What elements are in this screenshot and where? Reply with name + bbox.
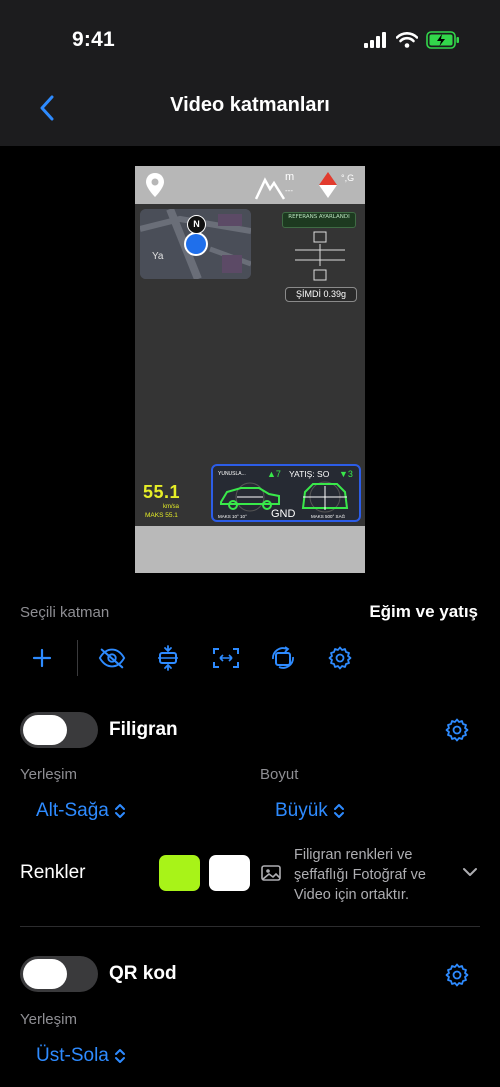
selected-layer-label: Seçili katman xyxy=(20,604,110,621)
color-swatch-primary[interactable] xyxy=(159,855,200,891)
gear-icon xyxy=(445,963,469,987)
speed-unit: km/sa xyxy=(163,504,180,510)
plus-icon xyxy=(32,648,52,668)
layer-settings-button[interactable] xyxy=(326,644,354,672)
watermark-title: Filigran xyxy=(109,719,178,740)
tilt-widget: YUNUSLA... ▲7 YATIŞ: SO ▼3 GND MAKS 10° … xyxy=(211,464,361,522)
preview-bottom-bar xyxy=(135,526,365,573)
altitude-value: --- xyxy=(285,186,293,195)
resize-icon xyxy=(213,648,239,668)
qr-toggle[interactable] xyxy=(20,956,98,992)
status-bar: 9:41 xyxy=(0,0,500,70)
qr-settings-button[interactable] xyxy=(443,961,471,989)
chevron-up-down-icon xyxy=(114,804,125,818)
eye-slash-icon xyxy=(98,648,126,669)
align-center-button[interactable] xyxy=(154,644,182,672)
chevron-up-down-icon xyxy=(333,804,344,818)
layer-toolbar xyxy=(20,640,480,676)
qr-placement-label: Yerleşim xyxy=(20,1011,77,1028)
tilt-max-left: MAKS 10° 10° xyxy=(218,514,247,519)
page-title: Video katmanları xyxy=(170,94,330,116)
align-center-icon xyxy=(158,645,178,671)
chevron-up-down-icon xyxy=(114,1049,125,1063)
roll-value: ▼3 xyxy=(339,469,353,479)
chevron-down-icon[interactable] xyxy=(462,864,478,880)
watermark-settings-button[interactable] xyxy=(443,716,471,744)
gear-icon xyxy=(445,718,469,742)
qr-placement-value: Üst-Sola xyxy=(36,1045,109,1066)
qr-placement-picker[interactable]: Üst-Sola xyxy=(36,1045,126,1067)
mountain-icon xyxy=(255,177,285,200)
status-icons xyxy=(364,30,460,50)
pitch-value: ▲7 xyxy=(267,469,281,479)
gear-icon xyxy=(328,646,352,670)
roll-label: YATIŞ: SO xyxy=(289,469,330,479)
watermark-size-picker[interactable]: Büyük xyxy=(275,800,345,822)
hide-layer-button[interactable] xyxy=(98,644,126,672)
level-indicator-icon xyxy=(295,231,345,281)
watermark-size-value: Büyük xyxy=(275,800,328,821)
tilt-center-label: GND xyxy=(271,508,296,520)
compass-label: N xyxy=(193,219,200,229)
location-pin-icon xyxy=(146,173,164,197)
watermark-size-label: Boyut xyxy=(260,766,299,783)
photo-icon xyxy=(261,865,281,881)
compass: N xyxy=(187,215,206,234)
reference-badge: REFERANS AYARLANDI xyxy=(282,212,356,228)
watermark-placement-value: Alt-Sağa xyxy=(36,800,109,821)
rotate-icon xyxy=(272,646,294,669)
preview-top-bar: m --- °,G xyxy=(135,166,365,204)
colors-label: Renkler xyxy=(20,862,86,883)
add-layer-button[interactable] xyxy=(28,644,56,672)
overlay-preview: m --- °,G Ya N REFERANS AYARLANDI ŞİMDİ … xyxy=(135,166,365,573)
speed-widget: 55.1 km/sa MAKS 55.1 xyxy=(143,482,203,519)
roll-car-icon xyxy=(301,481,349,513)
toolbar-divider xyxy=(77,640,78,676)
section-divider xyxy=(20,926,480,927)
map-label: Ya xyxy=(152,251,164,262)
status-time: 9:41 xyxy=(72,28,115,51)
watermark-toggle[interactable] xyxy=(20,712,98,748)
heading-arrow-icon xyxy=(319,172,337,198)
colors-description: Filigran renkleri ve şeffaflığı Fotoğraf… xyxy=(294,847,426,903)
battery-charging-icon xyxy=(426,31,459,49)
color-swatch-secondary[interactable] xyxy=(209,855,250,891)
qr-title: QR kod xyxy=(109,963,177,984)
selected-layer-value[interactable]: Eğim ve yatış xyxy=(369,602,478,622)
wifi-icon xyxy=(396,32,418,48)
pitch-label: YUNUSLA... xyxy=(218,471,246,477)
toggle-knob xyxy=(23,715,67,745)
signal-icon xyxy=(364,32,386,48)
nav-bar: Video katmanları xyxy=(0,70,500,146)
speed-value: 55.1 xyxy=(143,482,181,502)
tilt-max-right: MAKS 500° SAĞ xyxy=(311,514,346,519)
watermark-placement-label: Yerleşim xyxy=(20,766,77,783)
heading-value: °,G xyxy=(341,173,355,183)
resize-button[interactable] xyxy=(212,644,240,672)
g-force-badge: ŞİMDİ 0.39g xyxy=(285,287,357,302)
altitude-unit: m xyxy=(285,171,295,183)
speed-max: MAKS 55.1 xyxy=(145,512,178,519)
toggle-knob xyxy=(23,959,67,989)
watermark-placement-picker[interactable]: Alt-Sağa xyxy=(36,800,126,822)
rotate-button[interactable] xyxy=(269,644,297,672)
